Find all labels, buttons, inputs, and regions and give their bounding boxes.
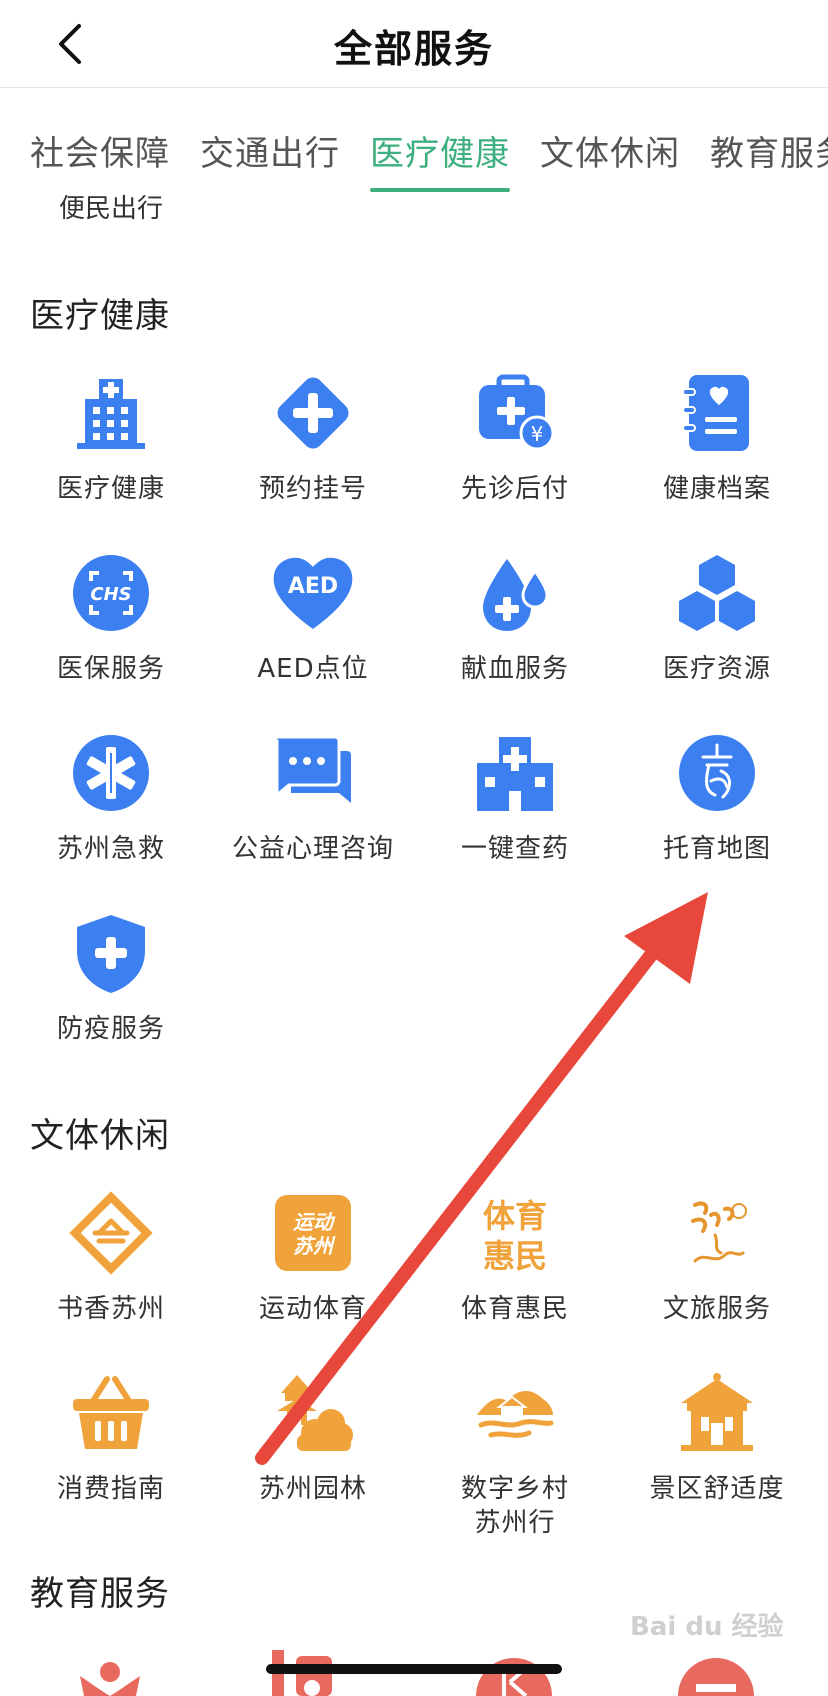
- tab-transport[interactable]: 交通出行: [200, 126, 340, 175]
- service-label: 医疗资源: [662, 654, 771, 684]
- service-label: 一键查药: [460, 834, 569, 864]
- svg-text:AED: AED: [288, 574, 338, 599]
- garden-pavilion-icon: [268, 1368, 358, 1458]
- benefit-badge-line1: 体育: [483, 1197, 547, 1235]
- chs-badge-icon: CHS: [66, 548, 156, 638]
- service-psych-consult[interactable]: 公益心理咨询: [212, 728, 414, 866]
- service-shopping-guide[interactable]: 消费指南: [10, 1368, 212, 1506]
- service-label: 苏州园林: [258, 1474, 367, 1504]
- scenic-pavilion-icon: [672, 1368, 762, 1458]
- service-digital-village[interactable]: 数字乡村 苏州行: [414, 1368, 616, 1540]
- section-title-culture: 文体休闲: [30, 1116, 170, 1156]
- svg-text:¥: ¥: [531, 422, 544, 446]
- service-drug-lookup[interactable]: 一键查药: [414, 728, 616, 866]
- blood-drop-icon: [470, 548, 560, 638]
- diamond-plus-icon: [268, 368, 358, 458]
- shield-plus-icon: [66, 908, 156, 998]
- service-label: 医疗健康: [56, 474, 165, 504]
- medical-kit-yen-icon: ¥: [470, 368, 560, 458]
- service-medical-resources[interactable]: 医疗资源: [616, 548, 818, 686]
- tab-social-security[interactable]: 社会保障: [30, 126, 170, 175]
- service-label: 数字乡村 苏州行: [460, 1474, 569, 1538]
- service-label: 防疫服务: [56, 1014, 165, 1044]
- sport-suzhou-icon: 运动 苏州: [268, 1188, 358, 1278]
- service-scenic-comfort[interactable]: 景区舒适度: [616, 1368, 818, 1506]
- service-pay-later[interactable]: ¥ 先诊后付: [414, 368, 616, 506]
- service-label: 体育惠民: [460, 1294, 569, 1324]
- service-blood-donation[interactable]: 献血服务: [414, 548, 616, 686]
- service-label: 运动体育: [258, 1294, 367, 1324]
- service-label: 书香苏州: [56, 1294, 165, 1324]
- page-title: 全部服务: [333, 27, 494, 71]
- tab-medical-health[interactable]: 医疗健康: [370, 126, 510, 175]
- section-title-medical: 医疗健康: [30, 296, 170, 336]
- service-childcare-map[interactable]: 托育地图: [616, 728, 818, 866]
- service-epidemic-prevention[interactable]: 防疫服务: [10, 908, 212, 1046]
- service-label: 献血服务: [460, 654, 569, 684]
- service-label: 景区舒适度: [649, 1474, 785, 1504]
- service-medical-health[interactable]: 医疗健康: [10, 368, 212, 506]
- cubes-icon: [672, 548, 762, 638]
- sport-badge-line2: 苏州: [293, 1234, 336, 1258]
- watermark-logo: Bai du 经验: [630, 1612, 784, 1642]
- tab-education[interactable]: 教育服务: [710, 126, 828, 175]
- shopping-basket-icon: [66, 1368, 156, 1458]
- service-suzhou-gardens[interactable]: 苏州园林: [212, 1368, 414, 1506]
- service-label: 健康档案: [662, 474, 771, 504]
- service-health-record[interactable]: 健康档案: [616, 368, 818, 506]
- service-label: 苏州急救: [56, 834, 165, 864]
- service-label: 消费指南: [56, 1474, 165, 1504]
- service-label: 文旅服务: [662, 1294, 771, 1324]
- service-label: 托育地图: [662, 834, 771, 864]
- service-label: 先诊后付: [460, 474, 569, 504]
- chat-bubbles-icon: [268, 728, 358, 818]
- service-sports-benefit[interactable]: 体育 惠民 体育惠民: [414, 1188, 616, 1326]
- pharmacy-building-icon: [470, 728, 560, 818]
- hospital-building-icon: [66, 368, 156, 458]
- sport-benefit-icon: 体育 惠民: [470, 1188, 560, 1278]
- service-label: 公益心理咨询: [231, 834, 394, 864]
- service-label-partial[interactable]: 便民出行: [20, 188, 202, 225]
- service-label: 医保服务: [56, 654, 165, 684]
- category-tabs: 社会保障 交通出行 医疗健康 文体休闲 教育服务: [0, 88, 828, 194]
- aed-heart-icon: AED: [268, 548, 358, 638]
- service-culture-travel[interactable]: 文旅服务: [616, 1188, 818, 1326]
- service-label: 预约挂号: [258, 474, 367, 504]
- service-sports[interactable]: 运动 苏州 运动体育: [212, 1188, 414, 1326]
- tab-culture-sports[interactable]: 文体休闲: [540, 126, 680, 175]
- service-emergency[interactable]: 苏州急救: [10, 728, 212, 866]
- service-appointment[interactable]: 预约挂号: [212, 368, 414, 506]
- active-tab-indicator: [370, 188, 510, 192]
- home-indicator: [266, 1664, 562, 1674]
- health-record-icon: [672, 368, 762, 458]
- service-label: AED点位: [257, 654, 369, 684]
- service-book-suzhou[interactable]: 书香苏州: [10, 1188, 212, 1326]
- culture-travel-icon: [672, 1188, 762, 1278]
- village-landscape-icon: [470, 1368, 560, 1458]
- star-of-life-icon: [66, 728, 156, 818]
- childcare-map-icon: [672, 728, 762, 818]
- education-icon-4: [678, 1658, 754, 1696]
- top-bar: 全部服务: [0, 0, 828, 88]
- svg-text:CHS: CHS: [90, 584, 131, 605]
- section-title-education: 教育服务: [30, 1574, 170, 1614]
- service-medical-insurance[interactable]: CHS 医保服务: [10, 548, 212, 686]
- education-icon-1: [80, 1662, 140, 1696]
- service-aed[interactable]: AED AED点位: [212, 548, 414, 686]
- benefit-badge-line2: 惠民: [483, 1237, 547, 1275]
- sport-badge-line1: 运动: [293, 1210, 336, 1234]
- book-fragrance-icon: [66, 1188, 156, 1278]
